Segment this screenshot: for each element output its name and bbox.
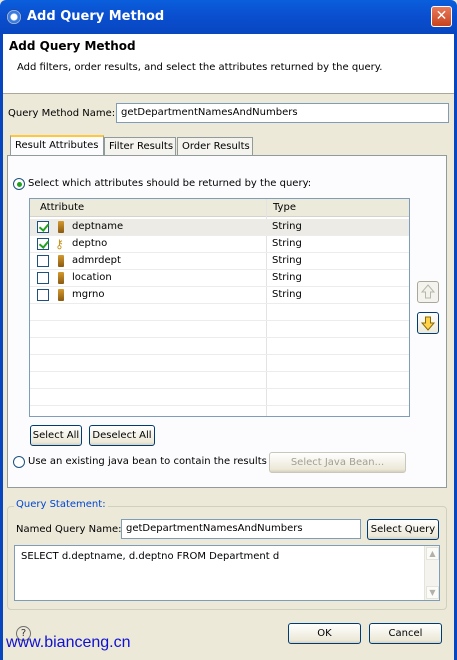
- named-query-name-input[interactable]: getDepartmentNamesAndNumbers: [121, 519, 361, 539]
- attribute-name: mgrno: [72, 289, 105, 300]
- select-java-bean-button[interactable]: Select Java Bean...: [269, 452, 406, 473]
- query-sql-text: SELECT d.deptname, d.deptno FROM Departm…: [21, 551, 280, 562]
- select-attributes-label: Select which attributes should be return…: [28, 178, 312, 189]
- scroll-up-icon[interactable]: ▲: [426, 547, 439, 560]
- vertical-scrollbar[interactable]: ▲ ▼: [424, 546, 439, 600]
- attribute-icon: [58, 272, 64, 284]
- select-all-button[interactable]: Select All: [30, 425, 82, 446]
- page-description: Add filters, order results, and select t…: [17, 62, 383, 73]
- attribute-icon: [58, 289, 64, 301]
- query-statement-textarea[interactable]: SELECT d.deptname, d.deptno FROM Departm…: [14, 545, 440, 601]
- attribute-name: deptno: [72, 238, 108, 249]
- java-bean-label: Use an existing java bean to contain the…: [28, 456, 267, 467]
- table-row-empty: [30, 389, 409, 406]
- header-panel: Add Query Method Add filters, order resu…: [3, 34, 454, 94]
- page-title: Add Query Method: [9, 39, 136, 53]
- title-bar: Add Query Method ✕: [0, 0, 457, 34]
- close-button[interactable]: ✕: [431, 6, 452, 27]
- window-frame-left: [0, 34, 3, 660]
- table-row[interactable]: deptname String: [30, 219, 409, 236]
- watermark-text: www.bianceng.cn: [6, 634, 131, 651]
- named-query-name-label: Named Query Name:: [16, 524, 122, 535]
- scroll-down-icon[interactable]: ▼: [426, 586, 439, 599]
- attribute-icon: [58, 255, 64, 267]
- arrow-up-icon: [420, 284, 436, 299]
- table-row[interactable]: mgrno String: [30, 287, 409, 304]
- table-row-empty: [30, 372, 409, 389]
- query-method-name-label: Query Method Name:: [8, 108, 116, 119]
- move-down-button[interactable]: [417, 312, 439, 334]
- attributes-table: Attribute Type deptname String ⚷ deptno …: [29, 198, 410, 417]
- attribute-name: deptname: [72, 221, 124, 232]
- app-icon: [6, 9, 22, 25]
- query-statement-title: Query Statement:: [14, 499, 108, 510]
- tab-result-attributes[interactable]: Result Attributes: [10, 135, 104, 156]
- move-up-button[interactable]: [417, 281, 439, 303]
- tab-filter-results[interactable]: Filter Results: [104, 137, 176, 156]
- select-attributes-radio[interactable]: [13, 178, 25, 190]
- column-header-type[interactable]: Type: [273, 202, 296, 213]
- attribute-type: String: [272, 221, 302, 232]
- attribute-type: String: [272, 255, 302, 266]
- row-checkbox[interactable]: [37, 255, 49, 267]
- arrow-down-icon: [420, 316, 436, 331]
- table-row[interactable]: admrdept String: [30, 253, 409, 270]
- attribute-name: admrdept: [72, 255, 121, 266]
- select-query-button[interactable]: Select Query: [367, 519, 439, 540]
- attribute-type: String: [272, 238, 302, 249]
- row-checkbox[interactable]: [37, 238, 49, 250]
- attribute-type: String: [272, 272, 302, 283]
- query-method-name-input[interactable]: getDepartmentNamesAndNumbers: [116, 103, 449, 123]
- java-bean-radio[interactable]: [13, 456, 25, 468]
- table-row-empty: [30, 338, 409, 355]
- window-title: Add Query Method: [27, 9, 165, 24]
- table-row-empty: [30, 355, 409, 372]
- tab-order-results[interactable]: Order Results: [177, 137, 253, 156]
- deselect-all-button[interactable]: Deselect All: [89, 425, 155, 446]
- table-header: Attribute Type: [30, 199, 409, 217]
- row-checkbox[interactable]: [37, 289, 49, 301]
- table-row-empty: [30, 304, 409, 321]
- ok-button[interactable]: OK: [288, 623, 361, 644]
- attribute-icon: [58, 221, 64, 233]
- table-row-empty: [30, 321, 409, 338]
- column-header-attribute[interactable]: Attribute: [40, 202, 84, 213]
- table-row[interactable]: location String: [30, 270, 409, 287]
- row-checkbox[interactable]: [37, 272, 49, 284]
- row-checkbox[interactable]: [37, 221, 49, 233]
- table-row[interactable]: ⚷ deptno String: [30, 236, 409, 253]
- attribute-type: String: [272, 289, 302, 300]
- attribute-name: location: [72, 272, 112, 283]
- cancel-button[interactable]: Cancel: [369, 623, 442, 644]
- key-attribute-icon: ⚷: [55, 237, 64, 251]
